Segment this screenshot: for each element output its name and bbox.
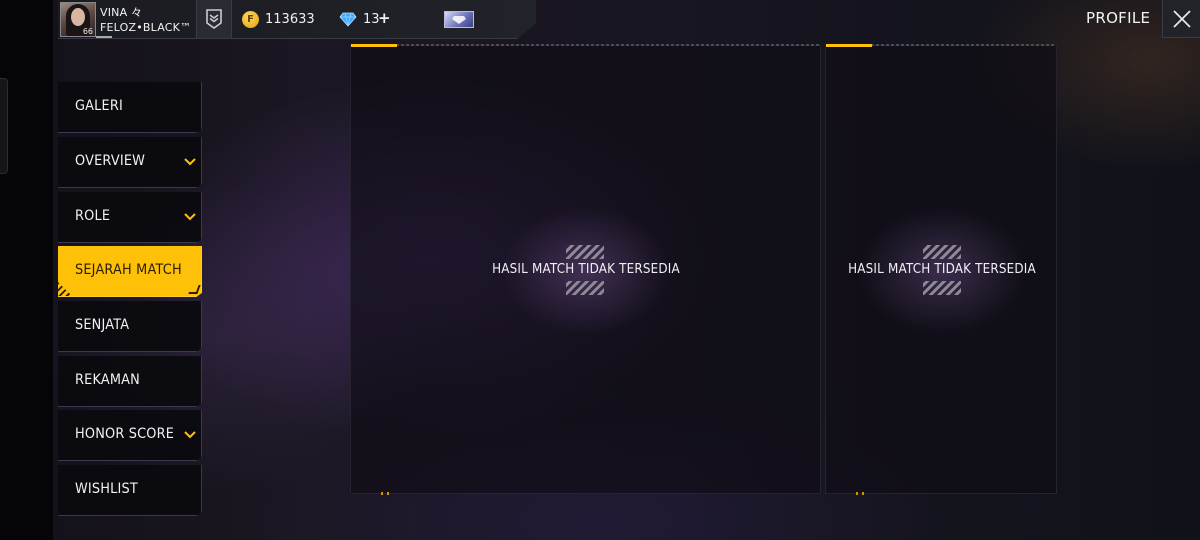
sidebar-item-label: ROLE	[75, 208, 111, 224]
exp-bar	[96, 36, 112, 38]
close-x-icon	[1172, 9, 1191, 28]
match-history-panel-1[interactable]: HASIL MATCH TIDAK TERSEDIA	[350, 44, 821, 495]
match-history-panel-2[interactable]: HASIL MATCH TIDAK TERSEDIA	[825, 44, 1057, 495]
sidebar-item-label: HONOR SCORE	[75, 426, 175, 442]
chevron-down-icon	[184, 431, 196, 439]
sidebar-item-rekaman[interactable]: REKAMAN	[58, 356, 202, 407]
avatar-face	[71, 8, 85, 26]
close-button[interactable]	[1162, 0, 1200, 38]
chevron-down-icon	[184, 213, 196, 221]
panel-top-dashes	[351, 44, 820, 46]
player-level: 66	[82, 27, 93, 36]
sidebar-item-label: WISHLIST	[75, 481, 138, 497]
side-handle[interactable]	[0, 78, 8, 174]
player-top-bar: 66 VINA 々 FELOZ•BLACK™ F 113633 13 +	[58, 0, 536, 39]
sidebar-item-overview[interactable]: OVERVIEW	[58, 137, 202, 188]
pass-diamond-icon	[452, 15, 466, 24]
sidebar-item-label: SENJATA	[75, 317, 130, 333]
avatar[interactable]: 66	[60, 2, 96, 37]
sidebar-item-role[interactable]: ROLE	[58, 192, 202, 243]
gold-coin-icon: F	[242, 11, 259, 28]
sidebar-item-label: OVERVIEW	[75, 153, 146, 169]
panel-accent-bar	[351, 44, 397, 47]
sidebar-item-label: SEJARAH MATCH	[75, 262, 182, 278]
sidebar-item-senjata[interactable]: SENJATA	[58, 301, 202, 352]
no-match-message: HASIL MATCH TIDAK TERSEDIA	[848, 262, 1036, 277]
guild-name: FELOZ•BLACK™	[100, 21, 192, 34]
sidebar-item-label: GALERI	[75, 98, 123, 114]
sidebar-item-wishlist[interactable]: WISHLIST	[58, 465, 202, 516]
player-name: VINA 々	[100, 6, 143, 19]
elite-pass-icon[interactable]	[444, 11, 474, 28]
page-title: PROFILE	[1086, 9, 1151, 27]
active-stripes-decoration	[58, 282, 72, 296]
chevron-down-icon	[184, 158, 196, 166]
sidebar-item-galeri[interactable]: GALERI	[58, 82, 202, 133]
no-match-message: HASIL MATCH TIDAK TERSEDIA	[492, 262, 680, 277]
active-corner-decoration	[188, 285, 201, 294]
panel-foot-marker	[856, 492, 864, 495]
coin-balance: 113633	[265, 12, 315, 27]
diamond-icon	[339, 12, 357, 27]
profile-screen: 66 VINA 々 FELOZ•BLACK™ F 113633 13 + PRO…	[0, 0, 1200, 540]
rank-chevron-badge-icon	[206, 9, 222, 29]
rank-badge[interactable]	[196, 0, 232, 38]
sidebar-item-honor-score[interactable]: HONOR SCORE	[58, 410, 202, 461]
sidebar-item-label: REKAMAN	[75, 372, 140, 388]
top-up-button[interactable]: +	[378, 9, 391, 27]
panel-accent-bar	[826, 44, 872, 47]
sidebar-item-sejarah-match[interactable]: SEJARAH MATCH	[58, 246, 202, 297]
panel-foot-marker	[381, 492, 389, 495]
